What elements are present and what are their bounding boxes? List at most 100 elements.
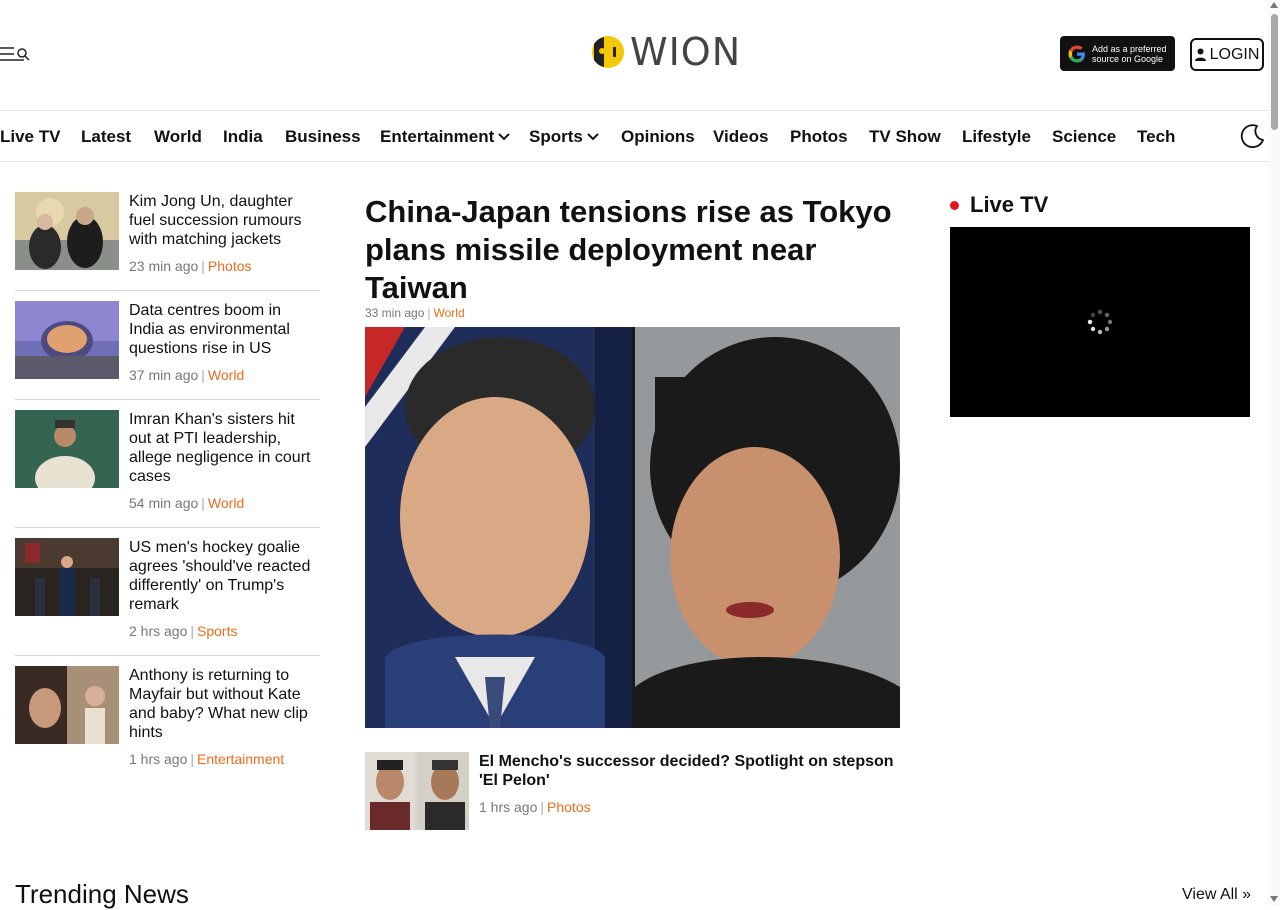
meta-separator: | <box>201 495 205 511</box>
story-title[interactable]: Data centres boom in India as environmen… <box>129 301 319 358</box>
story-card[interactable]: US men's hockey goalie agrees 'should've… <box>15 538 320 648</box>
divider <box>15 290 320 291</box>
trending-news-heading: Trending News <box>15 879 189 909</box>
story-category[interactable]: World <box>208 367 244 383</box>
loading-spinner-icon <box>1087 309 1113 335</box>
story-card[interactable]: Kim Jong Un, daughter fuel succession ru… <box>15 192 320 282</box>
story-category[interactable]: World <box>208 495 244 511</box>
story-category[interactable]: World <box>434 306 465 320</box>
login-button[interactable]: LOGIN <box>1190 38 1264 71</box>
menu-search-button[interactable] <box>0 42 32 66</box>
story-title[interactable]: US men's hockey goalie agrees 'should've… <box>129 538 319 614</box>
meta-separator: | <box>201 367 205 383</box>
scroll-down-arrow-icon[interactable] <box>1270 896 1278 902</box>
story-thumbnail[interactable] <box>15 666 119 744</box>
scrollbar-thumb[interactable] <box>1271 14 1278 130</box>
story-category[interactable]: Entertainment <box>197 751 284 767</box>
story-meta: 37 min ago | World <box>129 367 244 383</box>
nav-item-live-tv[interactable]: Live TV <box>0 127 60 147</box>
story-time: 23 min ago <box>129 258 199 274</box>
nav-item-tech[interactable]: Tech <box>1137 127 1175 147</box>
story-category[interactable]: Photos <box>547 799 591 815</box>
wion-logo[interactable]: WION <box>590 30 742 74</box>
story-title[interactable]: Kim Jong Un, daughter fuel succession ru… <box>129 192 319 249</box>
main-story-image[interactable] <box>365 327 900 728</box>
story-time: 1 hrs ago <box>479 799 538 815</box>
main-story-meta: 33 min ago | World <box>365 306 465 320</box>
story-meta: 2 hrs ago | Sports <box>129 623 237 639</box>
story-meta: 54 min ago | World <box>129 495 244 511</box>
meta-separator: | <box>190 623 195 639</box>
nav-item-world[interactable]: World <box>154 127 202 147</box>
user-icon <box>1194 48 1206 61</box>
sub-story-title[interactable]: El Mencho's successor decided? Spotlight… <box>479 752 899 790</box>
login-label: LOGIN <box>1209 45 1260 63</box>
live-tv-heading: Live TV <box>950 192 1048 218</box>
meta-separator: | <box>540 799 545 815</box>
menu-icon <box>0 47 30 61</box>
google-preferred-source-button[interactable]: Add as a preferred source on Google <box>1060 36 1175 71</box>
nav-label: India <box>223 127 263 146</box>
story-category[interactable]: Photos <box>208 258 252 274</box>
nav-item-lifestyle[interactable]: Lifestyle <box>962 127 1031 147</box>
nav-label: Videos <box>713 127 769 146</box>
story-thumbnail[interactable] <box>15 410 119 488</box>
nav-label: World <box>154 127 202 146</box>
logo-text: WION <box>630 30 742 74</box>
nav-label: Business <box>285 127 361 146</box>
live-tv-player[interactable] <box>950 227 1250 417</box>
site-header: WION Add as a preferred source on Google… <box>0 0 1268 111</box>
nav-label: Science <box>1052 127 1117 146</box>
nav-item-entertainment[interactable]: Entertainment <box>380 127 511 147</box>
google-badge-line1: Add as a preferred <box>1092 43 1167 54</box>
live-tv-title: Live TV <box>970 192 1049 217</box>
nav-item-videos[interactable]: Videos <box>713 127 768 147</box>
meta-separator: | <box>201 258 205 274</box>
story-category[interactable]: Sports <box>197 623 237 639</box>
story-time: 54 min ago <box>129 495 199 511</box>
sub-story-meta: 1 hrs ago | Photos <box>479 799 591 815</box>
view-all-link[interactable]: View All » <box>1182 886 1251 904</box>
nav-item-sports[interactable]: Sports <box>529 127 599 147</box>
divider <box>15 399 320 400</box>
nav-item-india[interactable]: India <box>223 127 263 147</box>
story-meta: 23 min ago | Photos <box>129 258 252 274</box>
page-scrollbar[interactable] <box>1268 0 1280 906</box>
nav-label: Photos <box>790 127 848 146</box>
nav-item-tv-show[interactable]: TV Show <box>869 127 941 147</box>
story-time: 37 min ago <box>129 367 199 383</box>
main-nav: Live TV Latest World India Business Ente… <box>0 111 1268 162</box>
nav-label: Sports <box>529 127 583 146</box>
story-card[interactable]: Data centres boom in India as environmen… <box>15 301 320 391</box>
nav-label: Entertainment <box>380 127 495 146</box>
nav-item-latest[interactable]: Latest <box>81 127 131 147</box>
nav-label: TV Show <box>869 127 941 146</box>
story-card[interactable]: Imran Khan's sisters hit out at PTI lead… <box>15 410 320 520</box>
google-g-icon <box>1068 45 1085 62</box>
sub-story-thumbnail[interactable] <box>365 752 469 830</box>
nav-item-business[interactable]: Business <box>285 127 361 147</box>
nav-item-photos[interactable]: Photos <box>790 127 848 147</box>
divider <box>15 655 320 656</box>
scroll-up-arrow-icon[interactable] <box>1270 2 1278 8</box>
meta-separator: | <box>427 306 431 320</box>
nav-item-opinions[interactable]: Opinions <box>621 127 695 147</box>
story-thumbnail[interactable] <box>15 538 119 616</box>
divider <box>15 527 320 528</box>
story-title[interactable]: Imran Khan's sisters hit out at PTI lead… <box>129 410 319 486</box>
story-card[interactable]: Anthony is returning to Mayfair but with… <box>15 666 320 776</box>
nav-label: Lifestyle <box>962 127 1031 146</box>
chevron-down-icon <box>498 133 511 141</box>
story-thumbnail[interactable] <box>15 192 119 270</box>
main-story-title[interactable]: China-Japan tensions rise as Tokyo plans… <box>365 193 905 307</box>
story-thumbnail[interactable] <box>15 301 119 379</box>
story-time: 2 hrs ago <box>129 623 188 639</box>
nav-label: Live TV <box>0 127 61 146</box>
story-title[interactable]: Anthony is returning to Mayfair but with… <box>129 666 319 742</box>
nav-item-science[interactable]: Science <box>1052 127 1116 147</box>
nav-label: Latest <box>81 127 132 146</box>
story-time: 33 min ago <box>365 306 425 320</box>
google-badge-line2: source on Google <box>1092 53 1164 64</box>
theme-toggle-button[interactable] <box>1240 123 1266 149</box>
wion-logo-icon <box>592 36 624 68</box>
